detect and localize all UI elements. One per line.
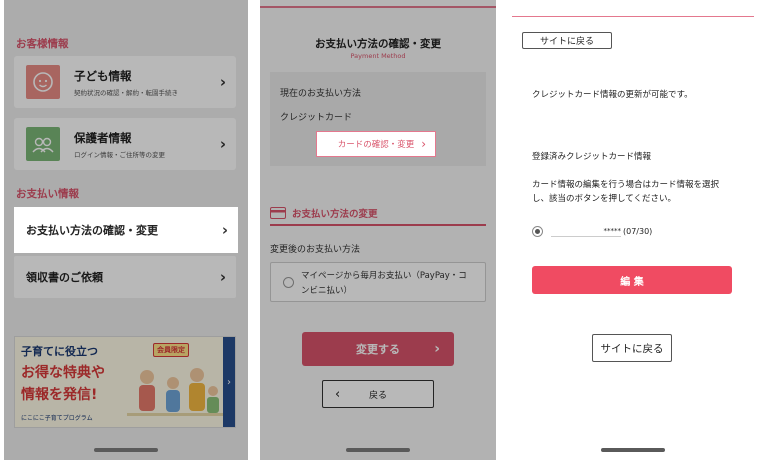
top-back-to-site-button[interactable]: サイトに戻る [522,32,612,49]
card-expiry: (07/30) [623,226,653,236]
receipt-request-label: 領収書のご依頼 [26,271,103,284]
payment-method-label: お支払い方法の確認・変更 [26,224,158,237]
home-indicator [601,448,665,452]
program-name: にこにこ子育てプログラム [21,415,93,422]
customer-info-heading: お客様情報 [16,38,69,50]
banner-next-arrow[interactable]: › [223,337,235,427]
child-face-icon [26,65,60,99]
guardian-info-title: 保護者情報 [74,130,132,145]
edit-button[interactable]: 編 集 [532,266,732,294]
card-number-masked: ***** [551,225,621,237]
credit-card-icon [270,207,286,219]
instruction-line-1: カード情報の編集を行う場合はカード情報を選択 [532,180,720,190]
family-illustration [127,368,223,416]
chevron-right-icon: › [421,137,426,151]
monthly-payment-option[interactable]: マイページから毎月お支払い（PayPay・コ ンビニ払い） [270,262,486,302]
home-indicator [346,448,410,452]
payment-method-row[interactable]: お支払い方法の確認・変更 › [14,207,238,253]
submit-change-button[interactable]: 変更する › [302,332,454,366]
mypage-menu-screen: お客様情報 子ども情報 契約状況の確認・解約・転園手続き › 保護者情報 ログイ… [4,0,248,460]
option-label-line-1: マイページから毎月お支払い（PayPay・コ [301,271,467,281]
radio-button[interactable] [283,277,294,288]
chevron-right-icon: › [221,221,228,239]
chevron-right-icon: › [434,341,440,357]
credit-card-update-screen: サイトに戻る クレジットカード情報の更新が可能です。 登録済みクレジットカード情… [512,0,754,460]
payment-info-heading: お支払い情報 [16,188,79,200]
chevron-right-icon: › [219,135,226,153]
update-notice: クレジットカード情報の更新が可能です。 [532,90,693,100]
change-section-heading: お支払い方法の変更 [270,202,486,226]
card-check-change-button[interactable]: カードの確認・変更 › [316,131,436,157]
banner-line-1: 子育てに役立つ [21,345,98,358]
child-info-subtitle: 契約状況の確認・解約・転園手続き [74,88,178,97]
top-accent-line [512,16,754,17]
page-title: お支払い方法の確認・変更 [315,38,441,50]
back-button[interactable]: ‹ 戻る [322,380,434,408]
home-indicator [94,448,158,452]
current-payment-label: 現在のお支払い方法 [280,89,362,99]
guardian-icon [26,127,60,161]
payment-method-screen: お支払い方法の確認・変更 Payment Method 現在のお支払い方法 クレ… [260,0,496,460]
member-benefits-banner[interactable]: 子育てに役立つ お得な特典や 情報を発信! 会員限定 にこにこ子育てプログラム … [14,336,236,428]
banner-line-2: お得な特典や [21,365,105,381]
child-info-card[interactable]: 子ども情報 契約状況の確認・解約・転園手続き › [14,56,236,108]
guardian-info-subtitle: ログイン情報・ご住所等の変更 [74,150,165,159]
back-label: 戻る [368,390,387,401]
receipt-request-row[interactable]: 領収書のご依頼 › [14,256,236,298]
current-payment-value: クレジットカード [280,113,353,123]
card-radio-button[interactable] [532,225,543,237]
members-only-badge: 会員限定 [153,343,189,357]
change-section-title: お支払い方法の変更 [292,209,378,220]
option-label-line-2: ンビニ払い） [301,286,353,296]
chevron-left-icon: ‹ [335,386,341,402]
guardian-info-card[interactable]: 保護者情報 ログイン情報・ご住所等の変更 › [14,118,236,170]
child-info-title: 子ども情報 [74,68,132,83]
after-payment-label: 変更後のお支払い方法 [270,245,361,255]
bottom-back-to-site-button[interactable]: サイトに戻る [592,334,672,362]
top-accent-bar [260,0,496,8]
registered-card-label: 登録済みクレジットカード情報 [532,152,652,162]
chevron-right-icon: › [219,268,226,286]
page-subtitle: Payment Method [350,52,406,60]
registered-card-option[interactable]: ***** (07/30) [532,225,652,237]
submit-change-label: 変更する [356,343,400,356]
banner-line-3: 情報を発信! [21,387,98,403]
chevron-right-icon: › [219,73,226,91]
card-check-change-label: カードの確認・変更 [337,140,415,150]
instruction-line-2: し、該当のボタンを押してください。 [532,194,676,204]
